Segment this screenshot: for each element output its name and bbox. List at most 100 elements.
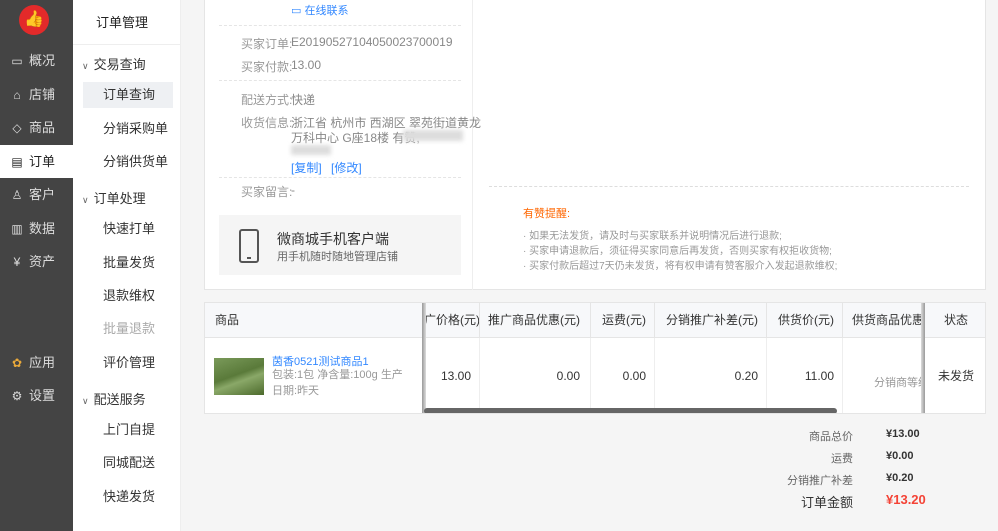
nav-label: 概况 [29,53,56,68]
redacted-phone [291,145,331,155]
sub-item-dist-supply[interactable]: 分销供货单 [83,149,173,175]
cell-price: 13.00 [424,338,480,413]
nav-item-store[interactable]: ⌂ 店铺 [0,78,73,111]
sub-item-order-query[interactable]: 订单查询 [83,82,173,108]
sub-item-city-delivery[interactable]: 同城配送 [83,450,173,476]
nav-label: 应用 [29,355,56,370]
sub-item-refund[interactable]: 退款维权 [83,283,173,309]
col-header-dist-subsidy: 分销推广补差(元) [655,303,767,338]
logo-thumbs-up-icon[interactable]: 👍 [19,5,49,35]
chevron-down-icon: ∨ [82,61,89,71]
nav-item-orders[interactable]: ▤ 订单 [0,145,73,178]
order-info-card: ▭ 在线联系 买家订单: E20190527104050023700019 买家… [204,0,986,290]
nav-item-overview[interactable]: ▭ 概况 [0,44,73,77]
ship-value: 快递 [291,93,316,107]
horizontal-scrollbar[interactable] [424,408,837,413]
summary-order-total-label: 订单金额 [800,495,853,510]
group-delivery[interactable]: ∨ 配送服务 [82,389,146,408]
group-trade-query[interactable]: ∨ 交易查询 [82,54,146,73]
phone-icon [239,229,259,263]
summary-goods-total-value: ¥13.00 [886,428,920,440]
sub-item-quick-print[interactable]: 快速打单 [83,216,173,242]
buyer-order-value: E20190527104050023700019 [291,35,453,49]
addr-label: 收货信息: [241,116,293,130]
summary-shipping-label: 运费 [831,453,853,465]
buyer-paid-label: 买家付款: [241,60,293,74]
order-sub-nav: 订单管理 ∨ 交易查询 订单查询 分销采购单 分销供货单 ∨ 订单处理 快速打单 批… [73,0,181,531]
store-icon: ⌂ [13,88,21,102]
summary-goods-total-label: 商品总价 [809,431,853,443]
addr-line-2: 万科中心 G座18楼 有赞, [291,131,420,145]
sub-item-self-pickup[interactable]: 上门自提 [83,417,173,443]
nav-item-settings[interactable]: ⚙ 设置 [0,379,73,412]
divider [489,186,969,187]
sub-item-dist-purchase[interactable]: 分销采购单 [83,116,173,142]
divider [219,80,461,81]
order-icon: ▤ [11,155,23,169]
nav-label: 店铺 [29,87,56,102]
buyer-message-value: - [291,183,295,197]
contact-link-label: 在线联系 [304,5,349,17]
app-promo-subtitle: 用手机随时随地管理店铺 [277,251,398,263]
copy-address-link[interactable]: [复制] [291,161,322,175]
cell-supply-price: 11.00 [767,338,843,413]
nav-label: 订单 [29,154,56,169]
goods-table: 商品 广价格(元) 推广商品优惠(元) 运费(元) 分销推广补差(元) 供货价(… [204,302,986,414]
tips-title: 有赞提醒: [523,208,571,220]
divider [73,44,181,45]
tip-line: · 买家申请退款后，须征得买家同意后再发货，否则买家有权拒收货物; [523,246,832,257]
col-header-status: 状态 [925,303,985,338]
user-icon: ♙ [11,188,23,202]
mobile-app-promo[interactable]: 微商城手机客户端 用手机随时随地管理店铺 [219,215,461,275]
contact-link[interactable]: ▭ 在线联系 [291,2,348,18]
tip-line: · 买家付款后超过7天仍未发货，将有权申请有赞客服介入发起退款维权; [523,261,838,272]
main-nav-rail: 👍 ▭ 概况 ⌂ 店铺 ◇ 商品 ▤ 订单 ♙ 客户 ▥ 数据 ¥ 资产 ✿ 应用 ⚙ 设置 [0,0,73,531]
nav-item-apps[interactable]: ✿ 应用 [0,346,73,379]
sub-item-batch-ship[interactable]: 批量发货 [83,250,173,276]
nav-item-assets[interactable]: ¥ 资产 [0,245,73,278]
nav-item-goods[interactable]: ◇ 商品 [0,111,73,144]
nav-item-customers[interactable]: ♙ 客户 [0,178,73,211]
yuan-icon: ¥ [13,255,21,269]
order-info-left: ▭ 在线联系 买家订单: E20190527104050023700019 买家… [205,0,481,290]
buyer-message-label: 买家留言: [241,185,293,199]
cell-dist-subsidy: 0.20 [655,338,767,413]
gear-icon: ⚙ [11,389,23,403]
sub-item-express[interactable]: 快递发货 [83,484,173,510]
cell-promo-discount: 0.00 [480,338,591,413]
group-label: 订单处理 [93,191,146,206]
tag-icon: ◇ [12,121,22,135]
product-spec: 包装:1包 净含量:100g 生产日期:昨天 [272,369,403,397]
col-header-supply-price: 供货价(元) [767,303,843,338]
monitor-icon: ▭ [11,54,23,68]
chart-icon: ▥ [11,222,23,236]
summary-shipping-value: ¥0.00 [886,450,914,462]
edit-address-link[interactable]: [修改] [331,161,362,175]
group-order-process[interactable]: ∨ 订单处理 [82,188,146,207]
nav-label: 数据 [29,221,56,236]
nav-label: 客户 [29,187,56,202]
apps-icon: ✿ [11,356,23,370]
buyer-order-label: 买家订单: [241,37,293,51]
cell-status: 未发货 [937,369,974,383]
nav-label: 资产 [29,254,56,269]
group-label: 交易查询 [93,57,146,72]
buyer-paid-value: 13.00 [291,58,322,72]
ship-label: 配送方式: [241,93,293,107]
cell-supply-discount: 分销商等级 [843,338,925,413]
nav-item-data[interactable]: ▥ 数据 [0,212,73,245]
col-header-promo-discount: 推广商品优惠(元) [480,303,591,338]
nav-label: 商品 [29,120,56,135]
fixed-column-shadow [921,303,925,413]
col-header-supply-discount: 供货商品优惠 [843,303,925,338]
fixed-column-shadow [422,303,426,413]
redacted-phone [403,130,463,141]
sub-item-batch-refund: 批量退款 [103,321,156,336]
sub-item-reviews[interactable]: 评价管理 [83,350,173,376]
product-thumbnail[interactable] [214,358,264,395]
chevron-down-icon: ∨ [82,396,89,406]
chevron-down-icon: ∨ [82,195,89,205]
group-label: 配送服务 [93,392,146,407]
chat-icon: ▭ [291,5,305,17]
summary-subsidy-label: 分销推广补差 [787,475,853,487]
